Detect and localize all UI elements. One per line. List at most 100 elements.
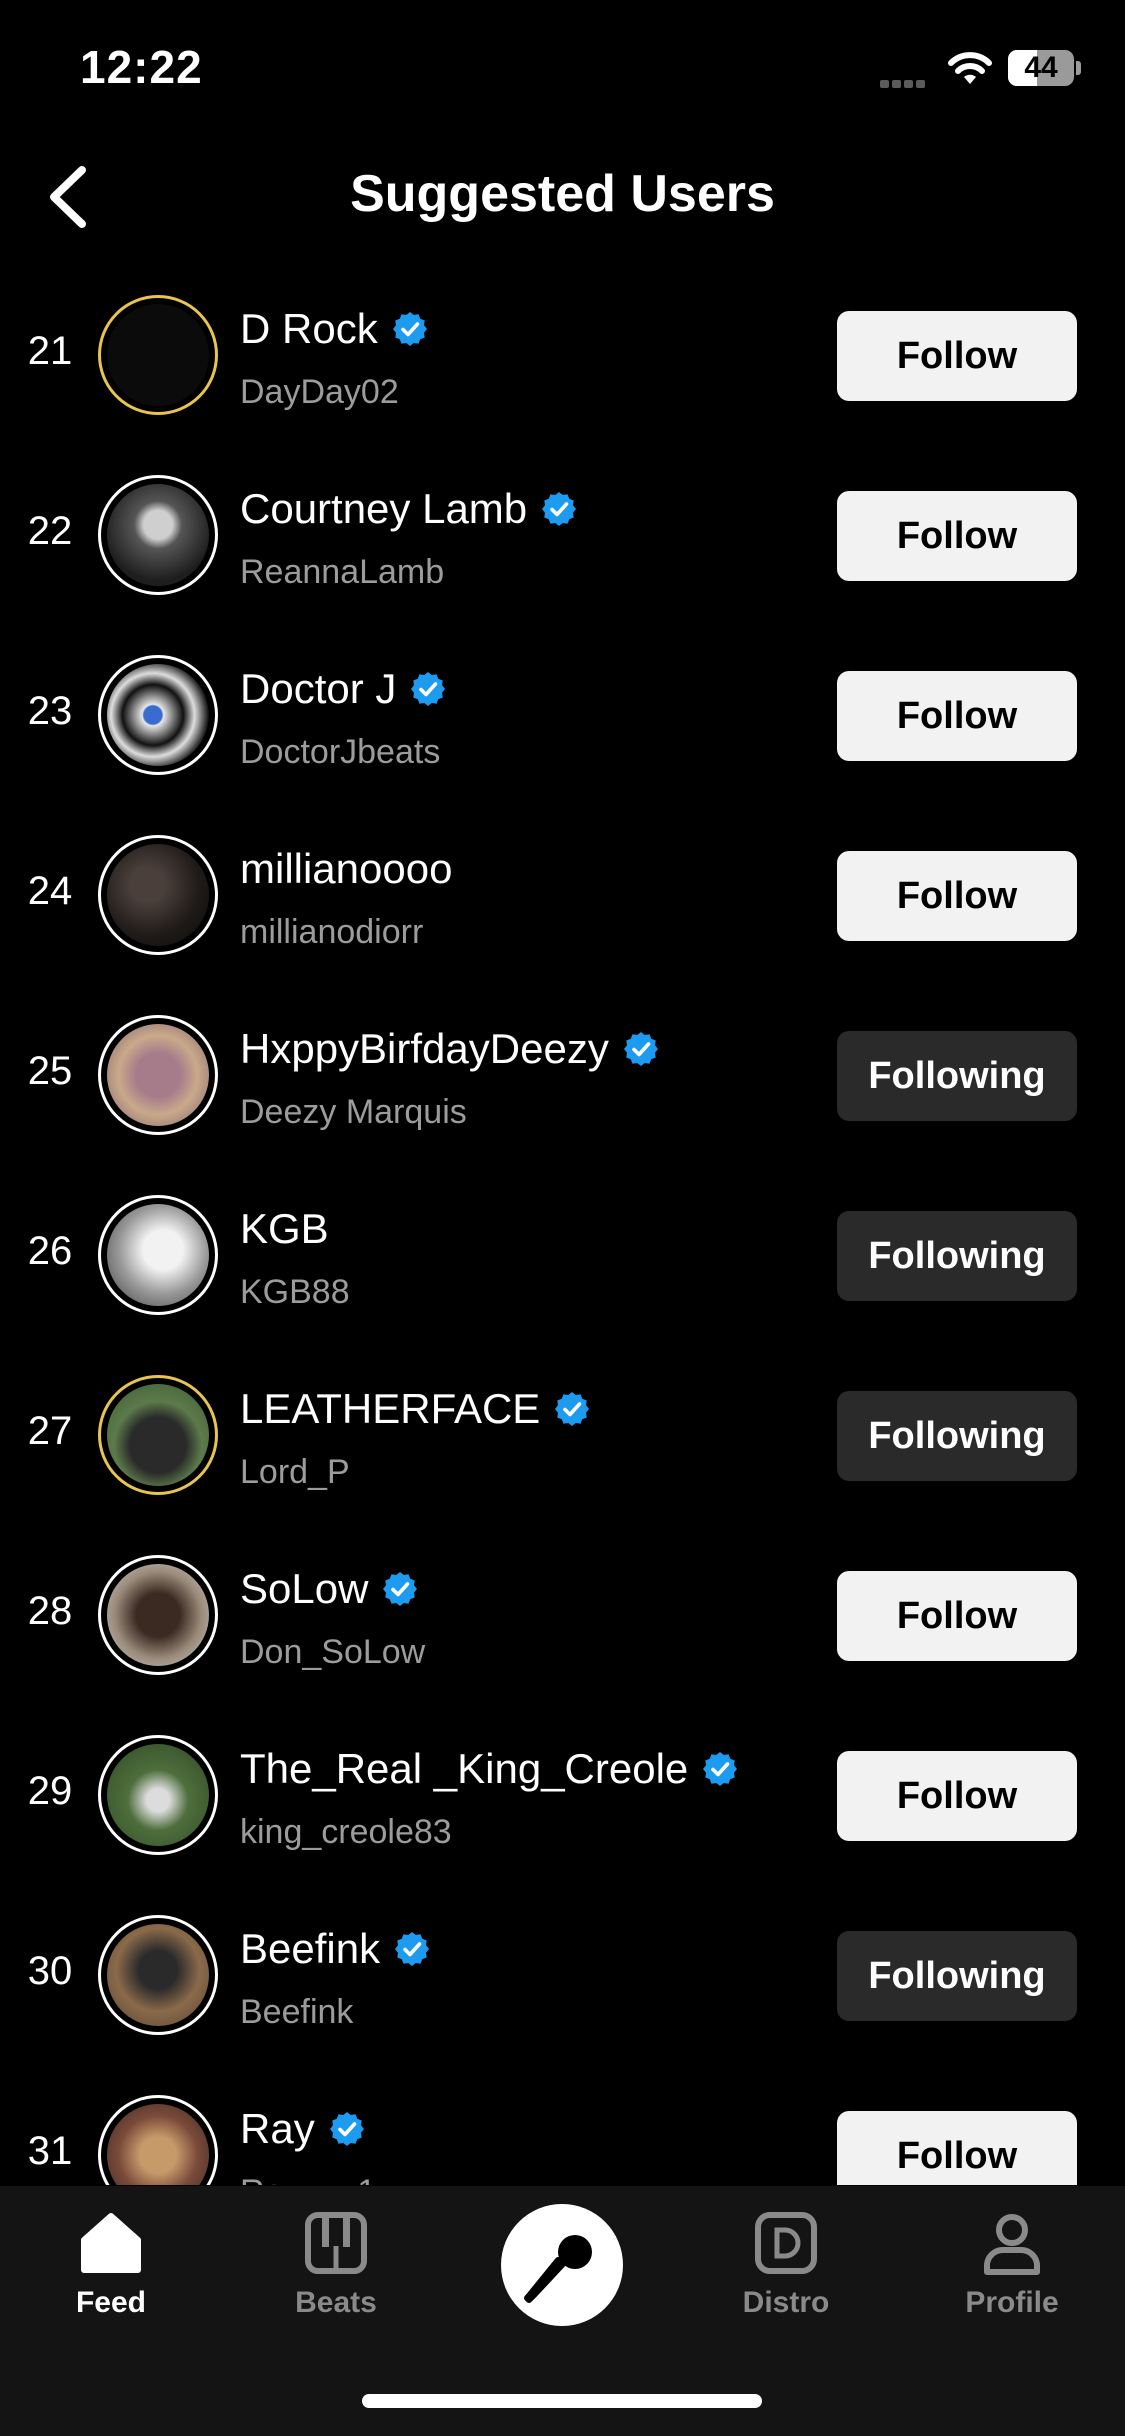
avatar-image <box>107 1204 209 1306</box>
follow-button[interactable]: Follow <box>837 851 1077 941</box>
avatar-image <box>107 1564 209 1666</box>
user-handle: ReannaLamb <box>240 553 445 591</box>
user-display-name[interactable]: millianoooo <box>240 845 452 893</box>
home-indicator <box>362 2394 762 2408</box>
follow-button[interactable]: Follow <box>837 1571 1077 1661</box>
user-display-name[interactable]: Beefink <box>240 1925 380 1973</box>
verified-badge-icon <box>395 1932 430 1966</box>
avatar-image <box>107 304 209 406</box>
avatar[interactable] <box>98 1375 218 1495</box>
distro-icon <box>755 2212 817 2274</box>
user-rank: 25 <box>27 1049 73 1093</box>
user-name-line: Beefink <box>240 1921 430 1977</box>
user-display-name[interactable]: The_Real _King_Creole <box>240 1745 688 1793</box>
avatar-image <box>107 1024 209 1126</box>
user-rank: 31 <box>27 2129 73 2173</box>
avatar[interactable] <box>98 1735 218 1855</box>
user-row[interactable]: 25 HxppyBirfdayDeezy Deezy Marquis Followin… <box>0 985 1125 1165</box>
avatar[interactable] <box>98 475 218 595</box>
avatar[interactable] <box>98 1015 218 1135</box>
avatar[interactable] <box>98 1915 218 2035</box>
user-display-name[interactable]: LEATHERFACE <box>240 1385 540 1433</box>
avatar[interactable] <box>98 295 218 415</box>
user-row[interactable]: 27 LEATHERFACE Lord_P Following <box>0 1345 1125 1525</box>
user-rank: 22 <box>27 509 73 553</box>
user-rank: 27 <box>27 1409 73 1453</box>
user-handle: millianodiorr <box>240 913 424 951</box>
verified-badge-icon <box>383 1572 418 1606</box>
tab-profile[interactable]: Profile <box>932 2210 1092 2340</box>
tab-beats[interactable]: Beats <box>256 2210 416 2340</box>
following-button[interactable]: Following <box>837 1931 1077 2021</box>
user-name-line: SoLow <box>240 1561 418 1617</box>
user-name-line: Courtney Lamb <box>240 481 577 537</box>
follow-button[interactable]: Follow <box>837 1751 1077 1841</box>
user-row[interactable]: 22 Courtney Lamb ReannaLamb Follow <box>0 445 1125 625</box>
microphone-icon <box>524 2235 592 2303</box>
avatar[interactable] <box>98 835 218 955</box>
suggested-users-list[interactable]: 21 D Rock DayDay02 Follow 22 Courtney Lamb Rea… <box>0 265 1125 2185</box>
avatar[interactable] <box>98 655 218 775</box>
user-display-name[interactable]: SoLow <box>240 1565 368 1613</box>
follow-button[interactable]: Follow <box>837 311 1077 401</box>
record-button[interactable] <box>501 2204 623 2326</box>
user-display-name[interactable]: Courtney Lamb <box>240 485 527 533</box>
user-rank: 30 <box>27 1949 73 1993</box>
user-rank: 24 <box>27 869 73 913</box>
user-row[interactable]: 28 SoLow Don_SoLow Follow <box>0 1525 1125 1705</box>
user-name-line: HxppyBirfdayDeezy <box>240 1021 659 1077</box>
user-rank: 26 <box>27 1229 73 1273</box>
user-row[interactable]: 30 Beefink Beefink Following <box>0 1885 1125 2065</box>
user-name-line: Doctor J <box>240 661 446 717</box>
tab-distro[interactable]: Distro <box>706 2210 866 2340</box>
status-bar: 12:22 44 <box>0 0 1125 130</box>
tab-beats-label: Beats <box>295 2286 377 2319</box>
user-row[interactable]: 29 The_Real _King_Creole king_creole83 Foll… <box>0 1705 1125 1885</box>
following-button[interactable]: Following <box>837 1031 1077 1121</box>
user-rank: 28 <box>27 1589 73 1633</box>
battery-icon: 44 <box>1008 50 1074 86</box>
user-name-line: Ray <box>240 2101 365 2157</box>
user-handle: Beefink <box>240 1993 354 2031</box>
user-row[interactable]: 26 KGB KGB88 Following <box>0 1165 1125 1345</box>
tab-distro-label: Distro <box>742 2286 830 2319</box>
avatar-image <box>107 1924 209 2026</box>
avatar[interactable] <box>98 1555 218 1675</box>
tab-feed[interactable]: Feed <box>31 2210 191 2340</box>
user-name-line: KGB <box>240 1201 329 1257</box>
following-button[interactable]: Following <box>837 1211 1077 1301</box>
user-handle: DayDay02 <box>240 373 399 411</box>
cellular-signal-icon <box>880 75 932 88</box>
user-row[interactable]: 21 D Rock DayDay02 Follow <box>0 265 1125 445</box>
follow-button[interactable]: Follow <box>837 671 1077 761</box>
user-handle: king_creole83 <box>240 1813 452 1851</box>
user-rank: 21 <box>27 329 73 373</box>
avatar[interactable] <box>98 1195 218 1315</box>
following-button[interactable]: Following <box>837 1391 1077 1481</box>
battery-level: 44 <box>1024 51 1058 84</box>
verified-badge-icon <box>329 2112 364 2146</box>
status-time: 12:22 <box>80 41 203 93</box>
follow-button[interactable]: Follow <box>837 2111 1077 2185</box>
piano-icon <box>305 2212 367 2274</box>
user-row[interactable]: 23 Doctor J DoctorJbeats Follow <box>0 625 1125 805</box>
user-row[interactable]: 24 millianoooo millianodiorr Follow <box>0 805 1125 985</box>
verified-badge-icon <box>623 1032 658 1066</box>
verified-badge-icon <box>703 1752 738 1786</box>
user-display-name[interactable]: D Rock <box>240 305 378 353</box>
verified-badge-icon <box>542 492 577 526</box>
tab-feed-label: Feed <box>75 2286 147 2319</box>
user-display-name[interactable]: Ray <box>240 2105 315 2153</box>
user-name-line: millianoooo <box>240 841 452 897</box>
user-name-line: The_Real _King_Creole <box>240 1741 738 1797</box>
avatar-image <box>107 844 209 946</box>
user-display-name[interactable]: KGB <box>240 1205 329 1253</box>
user-display-name[interactable]: Doctor J <box>240 665 396 713</box>
tab-profile-label: Profile <box>965 2286 1059 2319</box>
user-name-line: LEATHERFACE <box>240 1381 590 1437</box>
follow-button[interactable]: Follow <box>837 491 1077 581</box>
avatar[interactable] <box>98 2095 218 2185</box>
avatar-image <box>107 1744 209 1846</box>
user-row[interactable]: 31 Ray Ray___1 Follow <box>0 2065 1125 2185</box>
user-display-name[interactable]: HxppyBirfdayDeezy <box>240 1025 609 1073</box>
